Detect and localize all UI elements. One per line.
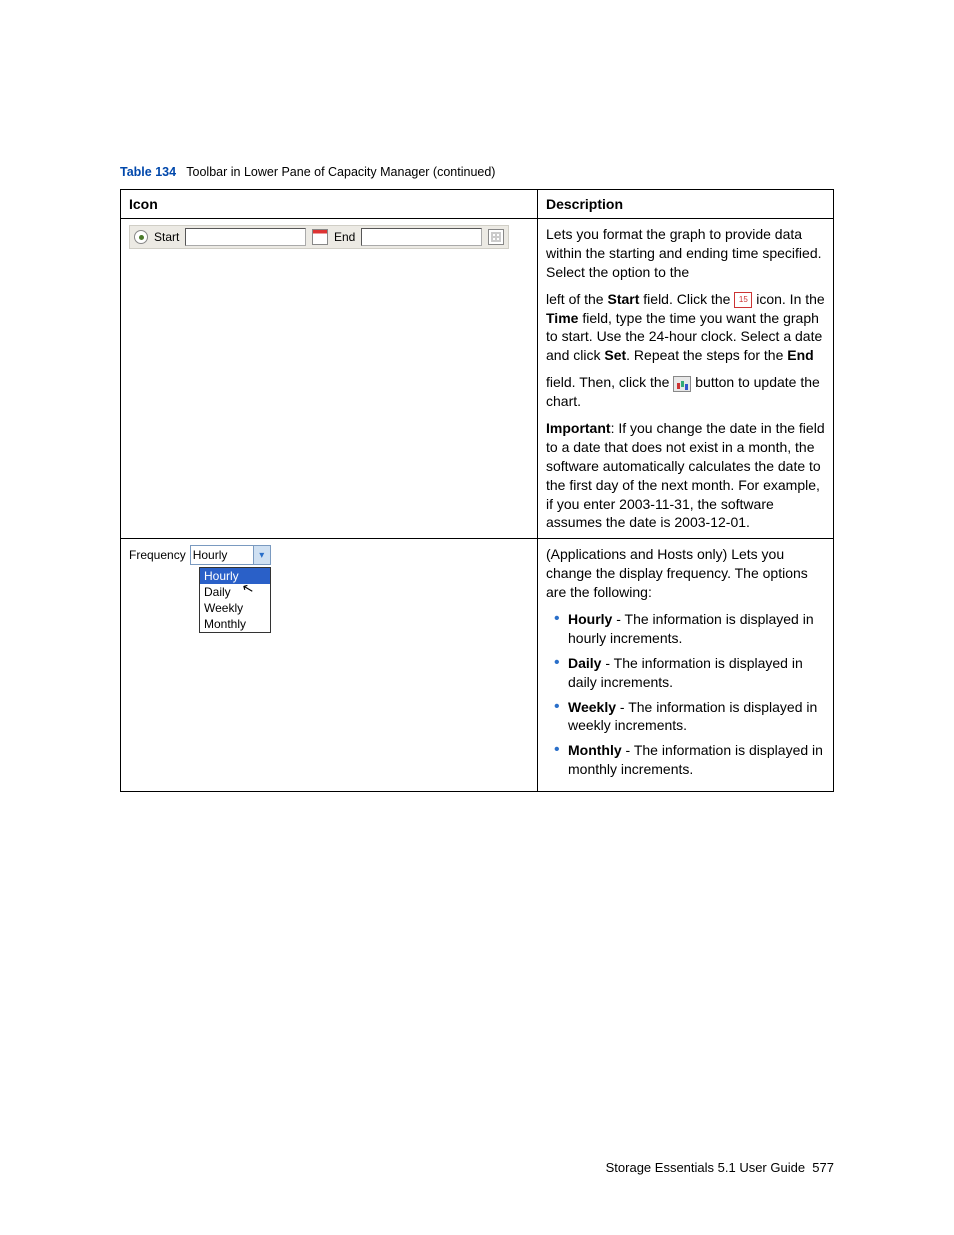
table-number: Table 134 [120,165,176,179]
date-range-toolbar: Start End [129,225,509,249]
start-radio[interactable] [134,230,148,244]
end-label: End [334,230,355,244]
frequency-control: Frequency Hourly ▾ Hourly Daily Weekly M… [129,545,274,633]
table-title: Toolbar in Lower Pane of Capacity Manage… [186,165,495,179]
table-row: Frequency Hourly ▾ Hourly Daily Weekly M… [121,539,834,792]
page-number: 577 [812,1160,834,1175]
start-label: Start [154,230,179,244]
toolbar-table: Icon Description Start End Lets you form… [120,189,834,792]
option-hourly[interactable]: Hourly [200,568,270,584]
footer-text: Storage Essentials 5.1 User Guide [606,1160,805,1175]
start-field[interactable] [185,228,306,246]
chevron-down-icon[interactable]: ▾ [253,546,270,564]
desc-text: (Applications and Hosts only) Lets you c… [546,545,825,602]
desc-text: Important: If you change the date in the… [546,419,825,532]
frequency-select[interactable]: Hourly ▾ [190,545,271,565]
desc-text: field. Then, click the button to update … [546,373,825,411]
header-icon: Icon [121,190,538,219]
header-description: Description [538,190,834,219]
table-caption: Table 134 Toolbar in Lower Pane of Capac… [120,165,834,179]
option-daily[interactable]: Daily [200,584,270,600]
frequency-value: Hourly [193,548,228,562]
grid-picker-icon[interactable] [488,229,504,245]
calendar-icon[interactable] [312,229,328,245]
option-monthly[interactable]: Monthly [200,616,270,632]
table-row: Start End Lets you format the graph to p… [121,219,834,539]
page-footer: Storage Essentials 5.1 User Guide 577 [606,1160,834,1175]
chart-update-icon [673,376,691,392]
frequency-options-list: Hourly - The information is displayed in… [546,610,825,779]
list-item: Monthly - The information is displayed i… [568,741,825,779]
list-item: Daily - The information is displayed in … [568,654,825,692]
end-field[interactable] [361,228,482,246]
calendar-15-icon [734,292,752,308]
frequency-label: Frequency [129,548,186,562]
option-weekly[interactable]: Weekly [200,600,270,616]
list-item: Hourly - The information is displayed in… [568,610,825,648]
frequency-dropdown: Hourly Daily Weekly Monthly ↖ [199,567,271,633]
desc-text: Lets you format the graph to provide dat… [546,225,825,282]
list-item: Weekly - The information is displayed in… [568,698,825,736]
desc-text: left of the Start field. Click the icon.… [546,290,825,366]
